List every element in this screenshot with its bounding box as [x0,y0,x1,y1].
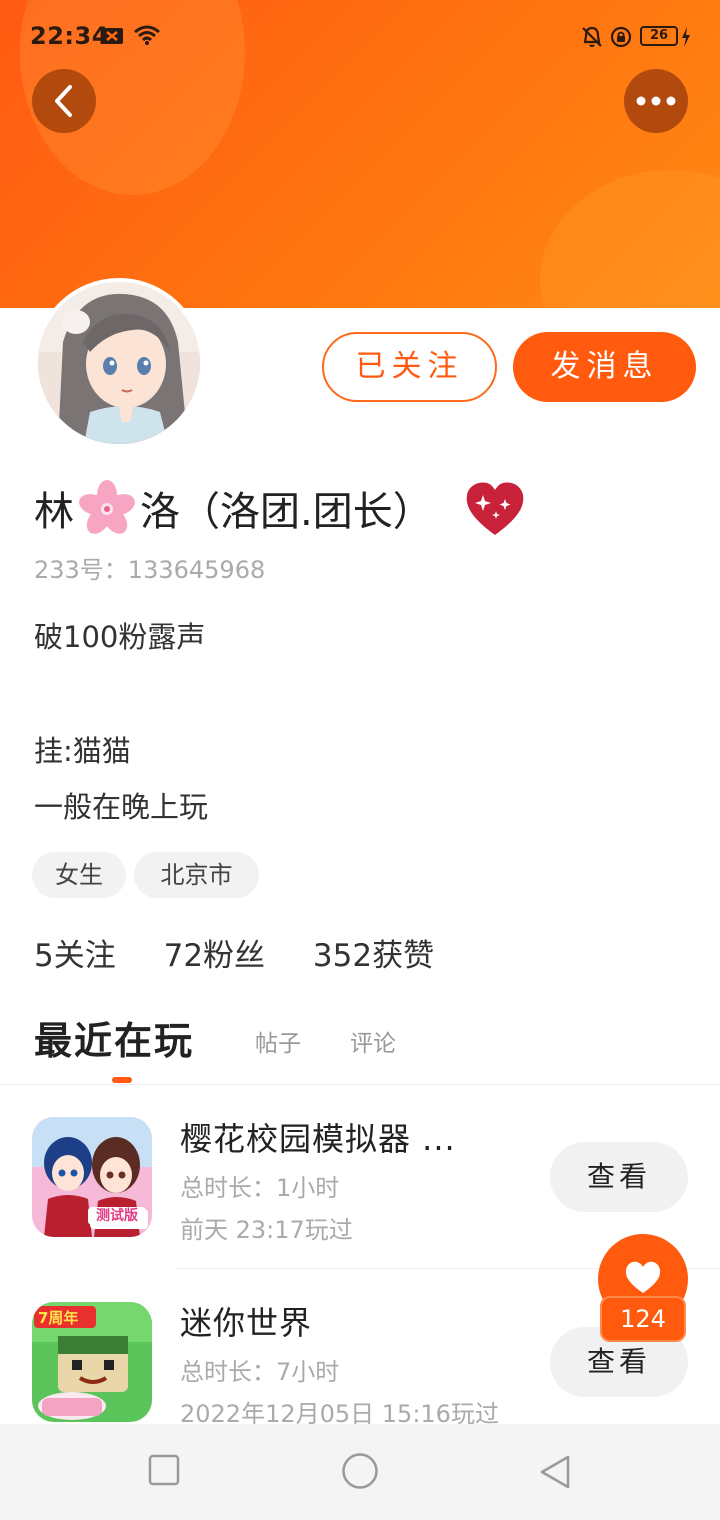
bio-line: 挂:猫猫 [34,734,131,768]
triangle-back-icon [540,1455,570,1489]
fans-count[interactable]: 72粉丝 [164,938,265,974]
more-dots-icon [636,96,676,106]
divider [0,1084,720,1085]
tab-recently-played[interactable]: 最近在玩 [34,1010,194,1065]
system-navigation-bar [0,1424,720,1520]
game-title: 樱花校园模拟器 ... [180,1120,456,1158]
profile-name: 林 洛（洛团.团长） [34,476,527,540]
gender-tag: 女生 [32,852,126,898]
status-bar: 22:34 26 [0,0,720,72]
profile-stats: 5关注 72粉丝 352获赞 [34,930,472,975]
banner-decoration [540,170,720,308]
following-count[interactable]: 5关注 [34,938,116,974]
last-played: 前天 23:17玩过 [180,1216,353,1244]
charging-icon [681,27,691,51]
back-button[interactable] [32,69,96,133]
like-count-badge: 124 [600,1296,686,1342]
view-game-button[interactable]: 查看 [550,1142,688,1212]
sparkle-heart-icon [463,479,527,537]
sakura-icon [78,480,136,536]
location-tag: 北京市 [134,852,259,898]
tab-comments[interactable]: 评论 [350,1024,396,1058]
chevron-left-icon [55,85,72,117]
followed-button[interactable]: 已关注 [322,332,497,402]
wifi-icon [133,24,161,50]
rotation-lock-icon [610,26,632,52]
play-duration: 总时长：1小时 [180,1174,340,1202]
tab-posts[interactable]: 帖子 [255,1024,301,1058]
game-title: 迷你世界 [180,1304,313,1342]
mute-bell-icon [580,26,604,52]
name-suffix: 洛（洛团.团长） [140,489,433,535]
status-time: 22:34 [30,22,109,50]
more-options-button[interactable] [624,69,688,133]
game-badge-label: 测试版 [88,1207,146,1225]
recent-apps-button[interactable] [148,1454,180,1490]
bio-line: 一般在晚上玩 [34,790,209,824]
name-prefix: 林 [34,489,74,535]
user-id: 233号：133645968 [34,556,266,584]
play-duration: 总时长：7小时 [180,1358,340,1386]
x-notification-icon [100,26,124,50]
likes-count: 352获赞 [312,938,435,974]
back-nav-button[interactable] [538,1454,572,1494]
active-tab-indicator [112,1077,132,1083]
square-icon [148,1454,180,1486]
battery-icon: 26 [640,26,678,46]
avatar[interactable] [34,278,204,448]
send-message-button[interactable]: 发消息 [513,332,696,402]
heart-icon [625,1261,661,1293]
home-button[interactable] [341,1452,379,1494]
bio-line: 破100粉露声 [34,620,206,654]
circle-icon [342,1453,378,1489]
game-badge-label: 7周年 [38,1309,79,1327]
